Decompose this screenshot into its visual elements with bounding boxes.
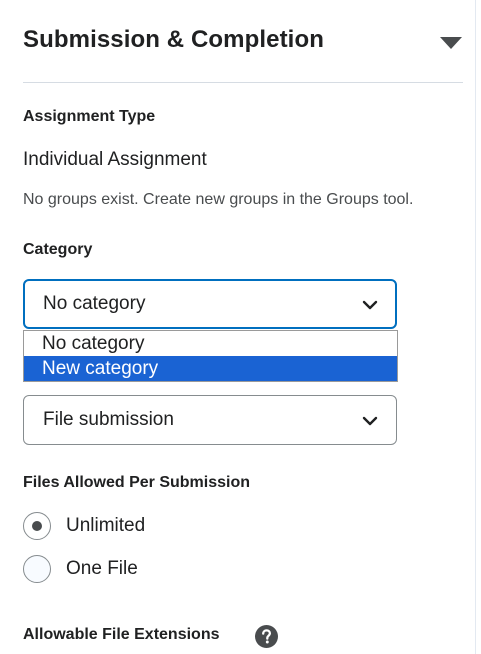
category-dropdown-list: No category New category: [23, 330, 398, 382]
assignment-type-label: Assignment Type: [23, 108, 156, 125]
groups-note: No groups exist. Create new groups in th…: [23, 191, 414, 208]
radio-button-checked[interactable]: [23, 512, 51, 540]
assignment-type-value: Individual Assignment: [23, 149, 207, 170]
chevron-down-icon: [362, 298, 378, 310]
radio-unlimited[interactable]: Unlimited: [23, 512, 323, 542]
section-divider: [23, 82, 463, 83]
category-select-value: No category: [43, 293, 146, 314]
help-circle-icon[interactable]: [255, 625, 278, 648]
radio-one-file[interactable]: One File: [23, 555, 323, 585]
submission-completion-panel: Submission & Completion Assignment Type …: [0, 0, 476, 654]
radio-button-unchecked[interactable]: [23, 555, 51, 583]
section-title: Submission & Completion: [23, 26, 324, 53]
radio-dot: [32, 521, 42, 531]
radio-unlimited-label: Unlimited: [66, 515, 146, 536]
radio-one-file-label: One File: [66, 558, 138, 579]
collapse-triangle-icon[interactable]: [439, 35, 463, 51]
submission-type-select[interactable]: File submission: [23, 395, 397, 445]
submission-type-value: File submission: [43, 409, 174, 430]
category-select[interactable]: No category: [23, 279, 397, 329]
section-header[interactable]: Submission & Completion: [23, 26, 463, 58]
chevron-down-icon: [362, 414, 378, 426]
category-option-new-category[interactable]: New category: [24, 356, 397, 381]
category-option-no-category[interactable]: No category: [24, 331, 397, 356]
file-extensions-label: Allowable File Extensions: [23, 626, 220, 643]
files-allowed-label: Files Allowed Per Submission: [23, 474, 251, 491]
category-label: Category: [23, 241, 93, 258]
